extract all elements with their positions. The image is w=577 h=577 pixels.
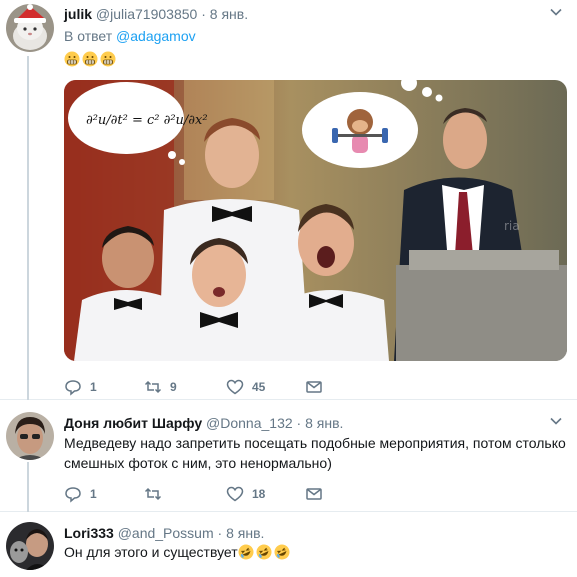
tweet-photo[interactable]: ∂²u/∂t² = c² ∂²u/∂x² ria: [64, 80, 567, 361]
reply-count: 1: [90, 487, 97, 501]
user-handle[interactable]: @and_Possum: [118, 525, 214, 541]
avatar[interactable]: [6, 522, 54, 570]
tweet-actions: 1 9 45: [64, 377, 364, 397]
like-count: 45: [252, 380, 266, 394]
tweet-text: [64, 50, 567, 69]
tweet-julik[interactable]: julik @julia71903850 · 8 янв. В ответ @a…: [0, 0, 577, 400]
reply-prefix: В ответ: [64, 28, 113, 44]
avatar[interactable]: [6, 4, 54, 52]
display-name[interactable]: Lori333: [64, 525, 114, 541]
reply-icon: [65, 380, 81, 396]
grimacing-emoji-icon: [64, 51, 80, 67]
thread-line: [27, 56, 29, 400]
retweet-count: 9: [170, 380, 177, 394]
grimacing-emoji-icon: [100, 51, 116, 67]
chevron-down-icon[interactable]: [549, 5, 563, 19]
tweet-header: Lori333 @and_Possum · 8 янв.: [64, 524, 567, 542]
envelope-icon: [306, 381, 322, 393]
envelope-icon: [306, 488, 322, 500]
svg-text:∂²u/∂t² = c² ∂²u/∂x²: ∂²u/∂t² = c² ∂²u/∂x²: [86, 113, 208, 128]
display-name[interactable]: julik: [64, 6, 92, 22]
svg-text:ria: ria: [504, 219, 520, 233]
tweet-text: Он для этого и существует: [64, 543, 567, 562]
retweet-icon: [144, 380, 162, 394]
user-handle[interactable]: @Donna_132: [206, 415, 293, 431]
display-name[interactable]: Доня любит Шарфу: [64, 415, 202, 431]
reply-icon: [65, 487, 81, 503]
like-count: 18: [252, 487, 266, 501]
tweet-date[interactable]: 8 янв.: [210, 6, 248, 22]
reply-context: В ответ @adagamov: [64, 27, 567, 46]
heart-icon: [226, 486, 244, 502]
separator-dot: ·: [201, 6, 206, 22]
direct-message-button[interactable]: [305, 484, 323, 504]
grimacing-emoji-icon: [82, 51, 98, 67]
like-button[interactable]: 18: [226, 484, 265, 504]
avatar[interactable]: [6, 412, 54, 460]
retweet-button[interactable]: [144, 484, 170, 504]
tweet-date[interactable]: 8 янв.: [226, 525, 264, 541]
tweet-text: Медведеву надо запретить посещать подобн…: [64, 435, 566, 471]
heart-icon: [226, 379, 244, 395]
direct-message-button[interactable]: [305, 377, 323, 397]
reply-handle-link[interactable]: @adagamov: [116, 28, 196, 44]
reply-count: 1: [90, 380, 97, 394]
tweet-date[interactable]: 8 янв.: [305, 415, 343, 431]
tweet-donya[interactable]: Доня любит Шарфу @Donna_132 · 8 янв. Мед…: [0, 400, 577, 512]
tweet-header: Доня любит Шарфу @Donna_132 · 8 янв.: [64, 414, 567, 432]
chevron-down-icon[interactable]: [549, 414, 563, 428]
tweet-text-content: Он для этого и существует: [64, 544, 238, 560]
reply-button[interactable]: 1: [64, 377, 97, 397]
like-button[interactable]: 45: [226, 377, 265, 397]
separator-dot: ·: [296, 415, 302, 431]
rofl-emoji-icon: [256, 544, 272, 560]
retweet-icon: [144, 487, 162, 501]
thread-line: [27, 462, 29, 512]
rofl-emoji-icon: [238, 544, 254, 560]
user-handle[interactable]: @julia71903850: [96, 6, 197, 22]
tweet-header: julik @julia71903850 · 8 янв.: [64, 5, 567, 23]
tweet-actions: 1 18: [64, 484, 364, 504]
retweet-button[interactable]: 9: [144, 377, 177, 397]
separator-dot: ·: [217, 525, 223, 541]
reply-button[interactable]: 1: [64, 484, 97, 504]
rofl-emoji-icon: [274, 544, 290, 560]
tweet-lori333[interactable]: Lori333 @and_Possum · 8 янв. Он для этог…: [0, 512, 577, 577]
